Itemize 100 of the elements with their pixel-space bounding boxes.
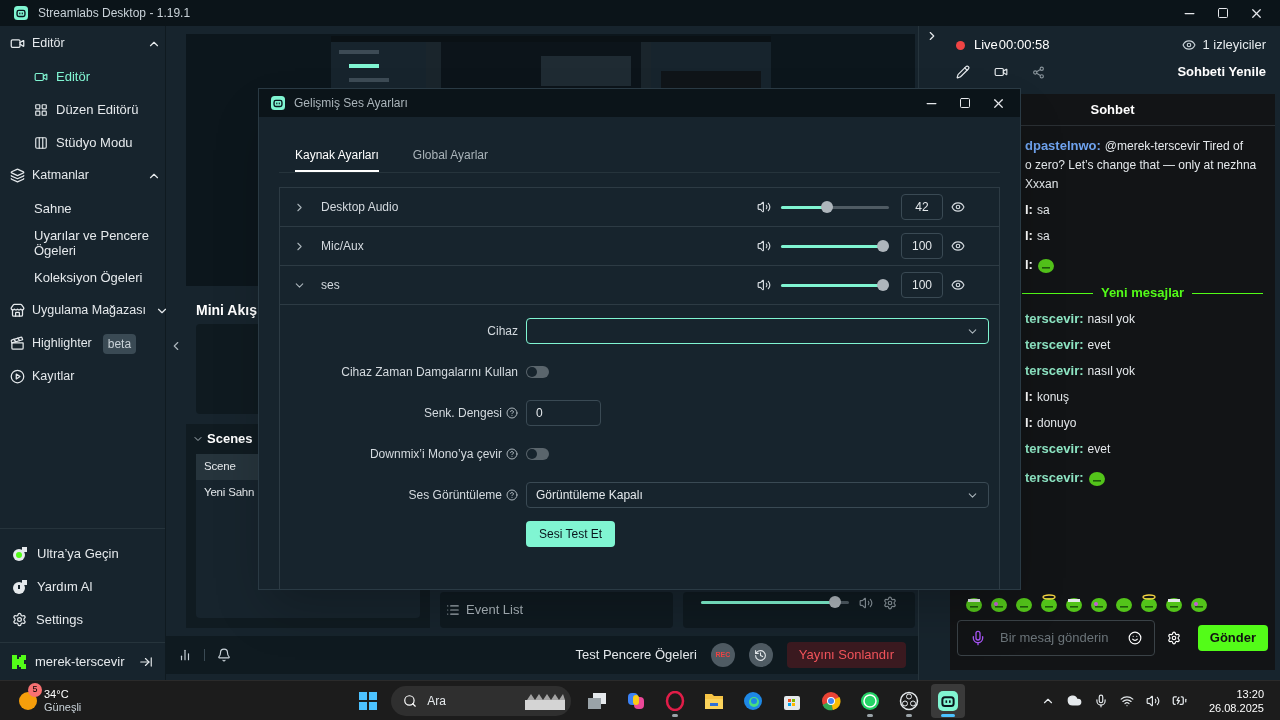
chat-message: donuyo	[1036, 415, 1077, 432]
eye-icon[interactable]	[951, 200, 965, 214]
sidebar-link[interactable]: Settings	[0, 603, 165, 636]
tab[interactable]: Kaynak Ayarları	[295, 140, 379, 172]
volume-slider[interactable]	[781, 201, 889, 213]
maximize-icon[interactable]	[1217, 7, 1229, 19]
eye-icon[interactable]	[951, 239, 965, 253]
sidebar-item[interactable]: Editör	[0, 60, 165, 93]
volume-field[interactable]: 42	[901, 194, 943, 220]
notification-badge: 5	[28, 682, 42, 697]
chat-message: @merek-terscevir Tired of	[1104, 138, 1244, 155]
toggle-switch[interactable]	[526, 448, 549, 460]
dropdown-field[interactable]: Görüntüleme Kapalı	[526, 482, 989, 508]
volume-slider[interactable]	[781, 240, 889, 252]
section-label: Kayıtlar	[32, 368, 75, 386]
setting-label: Cihaz	[487, 323, 518, 340]
settings-icon	[12, 612, 27, 627]
chat-message: sa	[1036, 202, 1050, 219]
send-button[interactable]: Gönder	[1197, 625, 1268, 651]
app-logo-icon	[938, 690, 959, 711]
sidebar-section[interactable]: Editör	[0, 27, 165, 60]
mic-icon[interactable]	[1093, 693, 1108, 708]
speaker-icon[interactable]	[757, 200, 771, 214]
number-field[interactable]: 0	[526, 400, 601, 426]
speaker-icon[interactable]	[757, 239, 771, 253]
weather-condition: Güneşli	[44, 700, 82, 714]
sidebar-link[interactable]: Ultra’ya Geçin	[0, 537, 165, 570]
volume-field[interactable]: 100	[901, 272, 943, 298]
sidebar-section[interactable]: Kayıtlar	[0, 360, 165, 393]
refresh-chat-link[interactable]: Sohbeti Yenile	[1177, 62, 1266, 82]
pencil-icon[interactable]	[956, 65, 970, 79]
tab[interactable]: Global Ayarlar	[412, 140, 488, 172]
sidebar-link[interactable]: Yardım Al	[0, 570, 165, 603]
sidebar-section[interactable]: Highlighter beta	[0, 327, 165, 360]
test-audio-button[interactable]: Sesi Test Et	[526, 521, 616, 547]
eye-icon	[1182, 38, 1197, 52]
sidebar-item[interactable]: Stüdyo Modu	[0, 126, 165, 159]
chat-author[interactable]: l:	[1025, 200, 1033, 219]
aperture-icon	[899, 690, 920, 711]
chat-message: nasıl yok	[1087, 311, 1135, 328]
end-stream-button[interactable]: Yayını Sonlandır	[786, 642, 906, 668]
app-logo-icon	[14, 6, 28, 20]
chat-author[interactable]: l:	[1025, 387, 1033, 406]
battery-icon[interactable]	[1171, 693, 1187, 708]
chat-author[interactable]: terscevir:	[1025, 467, 1084, 488]
test-widgets-link[interactable]: Test Pencere Ögeleri	[575, 645, 697, 665]
emoji-icon[interactable]	[1128, 631, 1142, 645]
folder-icon	[704, 691, 725, 710]
search-input[interactable]: Ara	[427, 691, 516, 710]
volume-field[interactable]: 100	[901, 233, 943, 259]
store-icon	[10, 303, 25, 318]
dropdown-field[interactable]	[526, 318, 989, 344]
chat-message: sa	[1036, 228, 1050, 245]
chat-author[interactable]: dpastelnwo:	[1025, 136, 1101, 155]
chat-author[interactable]: l:	[1025, 226, 1033, 245]
sidebar-section[interactable]: Uygulama Mağazası	[0, 294, 165, 327]
bell-icon[interactable]	[217, 648, 231, 662]
app-logo-icon	[271, 96, 285, 110]
chat-author[interactable]: terscevir:	[1025, 361, 1084, 380]
sidebar-item[interactable]: Koleksiyon Ögeleri	[0, 261, 165, 294]
event-list-panel[interactable]: Event List	[440, 592, 673, 628]
section-label: Highlighter	[32, 335, 92, 353]
live-label: Live	[974, 36, 998, 55]
eye-icon[interactable]	[951, 278, 965, 292]
chat-message: Xxxan	[1025, 176, 1060, 193]
maximize-icon[interactable]	[959, 97, 971, 109]
chat-author[interactable]: terscevir:	[1025, 309, 1084, 328]
mixer-slider[interactable]	[701, 596, 849, 608]
logout-icon[interactable]	[139, 654, 153, 669]
sidebar-section[interactable]: Katmanlar	[0, 159, 165, 192]
windows-icon	[587, 691, 608, 710]
share-icon[interactable]	[1032, 65, 1045, 79]
sidebar-item[interactable]: Düzen Editörü	[0, 93, 165, 126]
sidebar-item[interactable]: Uyarılar ve Pencere Ögeleri	[0, 225, 165, 261]
clock[interactable]: 13:20 26.08.2025	[1208, 686, 1264, 715]
chat-author[interactable]: terscevir:	[1025, 335, 1084, 354]
chat-message: nasıl yok	[1087, 363, 1135, 380]
source-name: Mic/Aux	[321, 238, 364, 255]
speaker-icon[interactable]	[1145, 693, 1160, 708]
camera-icon[interactable]	[994, 65, 1008, 79]
chat-author[interactable]: l:	[1025, 254, 1033, 275]
speaker-icon[interactable]	[757, 278, 771, 292]
stats-icon[interactable]	[178, 648, 192, 662]
sidebar-item[interactable]: Sahne	[0, 192, 165, 225]
grid-icon	[34, 102, 48, 117]
search-bar[interactable]: Ara	[391, 685, 572, 716]
taskbar-app[interactable]	[931, 683, 966, 718]
setting-label: Cihaz Zaman Damgalarını Kullan	[341, 364, 518, 381]
chat-author[interactable]: terscevir:	[1025, 439, 1084, 458]
wifi-icon[interactable]	[1119, 693, 1134, 708]
message-composer[interactable]: Bir mesaj gönderin	[957, 620, 1155, 656]
history-icon	[754, 648, 768, 662]
section-label: Editör	[32, 35, 65, 53]
chat-author[interactable]: l:	[1025, 413, 1033, 432]
toggle-switch[interactable]	[526, 366, 549, 378]
clapperboard-icon	[10, 336, 25, 351]
cloud-icon[interactable]	[1066, 693, 1082, 708]
volume-slider[interactable]	[781, 279, 889, 291]
replay-button[interactable]	[748, 643, 773, 667]
message-input[interactable]: Bir mesaj gönderin	[1000, 628, 1114, 648]
